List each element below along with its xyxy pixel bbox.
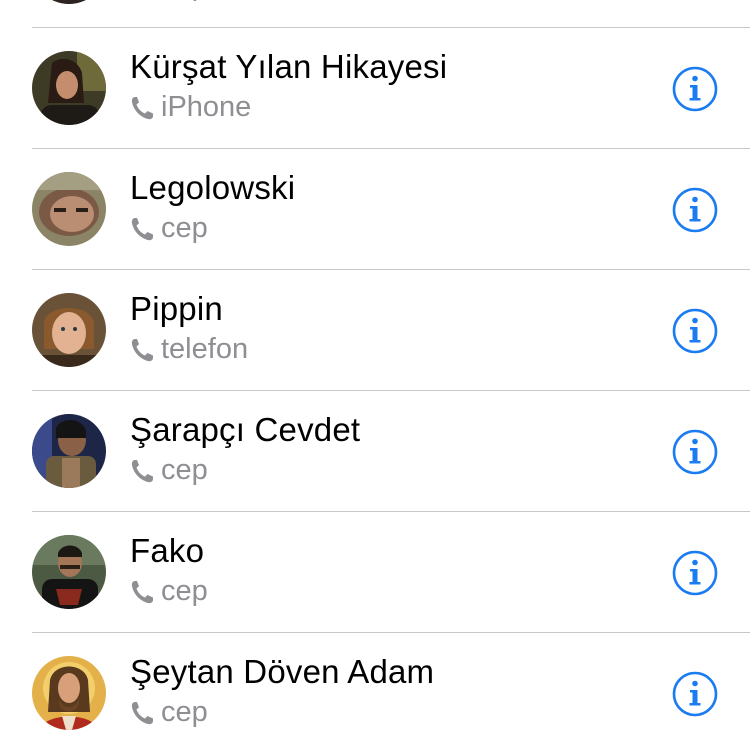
info-icon	[672, 187, 718, 233]
contact-label-text: cep	[161, 454, 208, 486]
contact-row[interactable]: Kürşat Yılan Hikayesi iPhone	[32, 28, 750, 149]
contact-label-text: cep	[161, 212, 208, 244]
contact-row[interactable]: Şarapçı Cevdet cep	[32, 391, 750, 512]
contact-label-text: cep	[161, 0, 208, 3]
contact-label-text: telefon	[161, 333, 249, 365]
contact-label-text: iPhone	[161, 91, 252, 123]
contact-name: Şarapçı Cevdet	[130, 411, 361, 448]
info-button[interactable]	[672, 671, 718, 717]
contact-phone-label: cep	[130, 454, 208, 487]
contact-name: Legolowski	[130, 169, 296, 206]
info-button[interactable]	[672, 66, 718, 112]
contact-phone-label: telefon	[130, 333, 248, 366]
phone-icon	[130, 95, 154, 121]
contact-row[interactable]: Şeytan Döven Adam cep	[32, 633, 750, 750]
avatar	[32, 172, 106, 246]
contact-label-text: cep	[161, 696, 208, 728]
contact-phone-label: iPhone	[130, 91, 251, 124]
info-icon	[672, 550, 718, 596]
info-icon	[672, 308, 718, 354]
info-button[interactable]	[672, 187, 718, 233]
contact-label-text: cep	[161, 575, 208, 607]
info-button[interactable]	[672, 429, 718, 475]
info-icon	[672, 66, 718, 112]
phone-icon	[130, 216, 154, 242]
contacts-screen: cep Kürşat Yılan Hikayesi iPhone	[0, 0, 750, 750]
avatar	[32, 656, 106, 730]
contact-row[interactable]: Fako cep	[32, 512, 750, 633]
contact-row[interactable]: Pippin telefon	[32, 270, 750, 391]
info-icon	[672, 429, 718, 475]
phone-icon	[130, 700, 154, 726]
avatar	[32, 414, 106, 488]
avatar	[32, 51, 106, 125]
phone-icon	[130, 458, 154, 484]
info-icon	[672, 671, 718, 717]
contact-row[interactable]: cep	[32, 0, 750, 28]
contact-phone-label: cep	[130, 575, 208, 608]
contact-row[interactable]: Legolowski cep	[32, 149, 750, 270]
avatar	[32, 293, 106, 367]
contact-list[interactable]: cep Kürşat Yılan Hikayesi iPhone	[0, 0, 750, 750]
contact-name: Pippin	[130, 290, 223, 327]
contact-name: Şeytan Döven Adam	[130, 653, 435, 690]
info-button[interactable]	[672, 550, 718, 596]
avatar	[32, 0, 106, 4]
info-button[interactable]	[672, 308, 718, 354]
contact-phone-label: cep	[130, 696, 208, 729]
avatar	[32, 535, 106, 609]
contact-name: Fako	[130, 532, 205, 569]
phone-icon	[130, 337, 154, 363]
contact-phone-label: cep	[130, 0, 208, 3]
contact-phone-label: cep	[130, 212, 208, 245]
phone-icon	[130, 579, 154, 605]
contact-name: Kürşat Yılan Hikayesi	[130, 48, 448, 85]
